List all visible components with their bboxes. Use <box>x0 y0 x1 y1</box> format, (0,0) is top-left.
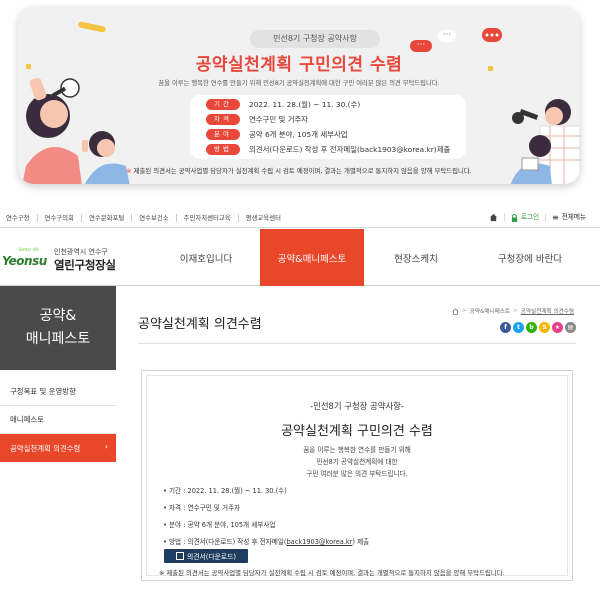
blog-icon[interactable]: b <box>526 322 537 333</box>
desc-line: 민선8기 공약실천계획에 대한 <box>316 458 398 466</box>
sidebar-item-label: 공약실천계획 의견수렴 <box>10 443 81 453</box>
banner-card: ··· ··· 민선8기 구청장 공약사항 공약실천계획 구민의견 수렴 꿈을 … <box>18 6 580 184</box>
logo-mark-text: Yeonsu <box>2 254 47 268</box>
detail-field: • 분야 : 공약 6개 분야, 105개 세부사업 <box>163 521 276 529</box>
sidebar-item-goals[interactable]: 구정목표 및 운영방향 <box>0 378 116 406</box>
notice-description: 꿈을 이루는 행복한 연수를 만들기 위해 민선8기 공약실천계획에 대한 구민… <box>147 444 567 480</box>
util-link[interactable]: 연수문화포털 <box>82 214 133 222</box>
banner-info-box: 기간 2022. 11. 28.(월) ~ 11. 30.(수) 자격 연수구민… <box>190 95 466 159</box>
home-link[interactable] <box>483 213 504 222</box>
note-star: ※ <box>126 167 132 175</box>
login-label: 로그인 <box>520 213 540 221</box>
nav-item-field-sketch[interactable]: 현장스케치 <box>364 229 468 286</box>
util-link[interactable]: 연수보건소 <box>132 214 177 222</box>
sidebar-item-opinion[interactable]: 공약실천계획 의견수렴 › <box>0 434 116 462</box>
utility-bar: 연수구청 연수구의회 연수문화포털 연수보건소 주민자치센터교육 평생교육센터 … <box>0 210 600 228</box>
notice-details: • 기간 : 2022. 11. 28.(월) ~ 11. 30.(수) • 자… <box>163 486 369 554</box>
notice-title: 공약실천계획 구민의견 수렴 <box>281 424 433 439</box>
info-text: 연수구민 및 거주자 <box>249 115 309 124</box>
logo-title: 열린구청장실 <box>54 258 116 272</box>
sidebar-header: 공약& 매니페스토 <box>0 286 116 370</box>
all-menu-link[interactable]: ≡ 전체메뉴 <box>545 213 592 222</box>
logo-subtitle: 인천광역시 연수구 <box>54 248 108 256</box>
banner-title: 공약실천계획 구민의견 수렴 <box>195 55 403 75</box>
banner-info-row: 기간 2022. 11. 28.(월) ~ 11. 30.(수) <box>206 98 360 111</box>
utility-right: 로그인 ≡ 전체메뉴 <box>483 213 592 222</box>
download-form-button[interactable]: 의견서(다운로드) <box>164 549 248 563</box>
notice-note: ※ 제출된 의견서는 공약사업별 담당자가 실천계획 수립 시 검토 예정이며,… <box>159 569 505 577</box>
family-site-links: 연수구청 연수구의회 연수문화포털 연수보건소 주민자치센터교육 평생교육센터 <box>6 214 288 222</box>
method-suffix: ) 제출 <box>352 538 370 546</box>
info-tag: 기간 <box>206 99 240 110</box>
breadcrumb-item[interactable]: 공약&매니페스토 <box>470 307 510 315</box>
site-logo[interactable]: Better life Yeonsu 인천광역시 연수구 열린구청장실 <box>2 247 116 273</box>
info-tag: 방법 <box>206 144 240 155</box>
logo-mark-small: Better life <box>19 247 39 252</box>
page-title: 공약실천계획 의견수렴 <box>138 317 262 332</box>
download-icon <box>175 552 184 560</box>
sidebar-item-manifesto[interactable]: 매니페스토 <box>0 406 116 434</box>
desc-line: 구민 여러분 많은 의견 부탁드립니다. <box>306 470 408 478</box>
login-link[interactable]: 로그인 <box>503 213 545 222</box>
breadcrumb: > 공약&매니페스토 > 공약실천계획 의견수렴 <box>452 307 574 315</box>
banner-image: ··· ··· 민선8기 구청장 공약사항 공약실천계획 구민의견 수렴 꿈을 … <box>0 0 600 200</box>
desc-line: 꿈을 이루는 행복한 연수를 만들기 위해 <box>303 446 411 454</box>
breadcrumb-separator: > <box>461 308 467 314</box>
breadcrumb-current[interactable]: 공약실천계획 의견수렴 <box>521 307 574 315</box>
sidebar-title-line1: 공약& <box>39 308 77 324</box>
sidebar-item-label: 구정목표 및 운영방향 <box>10 387 76 396</box>
method-prefix: • 방법 : 의견서(다운로드) 작성 후 전자메일( <box>163 538 287 546</box>
banner-info-row: 방법 의견서(다운로드) 작성 후 전자메일(back1903@korea.kr… <box>206 143 450 156</box>
sidebar-menu: 구정목표 및 운영방향 매니페스토 공약실천계획 의견수렴 › <box>0 370 116 462</box>
info-tag: 자격 <box>206 114 240 125</box>
banner-info-row: 분야 공약 6개 분야, 105개 세부사업 <box>206 128 348 141</box>
speech-bubble: ··· <box>438 30 456 42</box>
all-menu-label: 전체메뉴 <box>561 213 586 221</box>
sidebar-title-line2: 매니페스토 <box>25 331 91 347</box>
share-buttons: f t b S ★ ▤ <box>498 322 576 333</box>
util-link[interactable]: 연수구청 <box>6 214 38 222</box>
banner-note-text: 제출된 의견서는 공약사업별 담당자가 실천계획 수립 시 검토 예정이며, 결… <box>133 167 472 175</box>
title-divider <box>138 343 576 344</box>
banner-note: ※ 제출된 의견서는 공약사업별 담당자가 실천계획 수립 시 검토 예정이며,… <box>18 166 580 175</box>
kakaostory-icon[interactable]: S <box>539 322 550 333</box>
util-link[interactable]: 평생교육센터 <box>239 214 288 222</box>
nav-item-suggestions[interactable]: 구청장에 바란다 <box>468 229 592 286</box>
logo-text: 인천광역시 연수구 열린구청장실 <box>54 247 116 273</box>
notice-inner: -민선8기 구청장 공약사항- 공약실천계획 구민의견 수렴 꿈을 이루는 행복… <box>146 375 568 577</box>
banner-info-row: 자격 연수구민 및 거주자 <box>206 113 308 126</box>
detail-period: • 기간 : 2022. 11. 28.(월) ~ 11. 30.(수) <box>163 487 287 495</box>
notice-subtitle: -민선8기 구청장 공약사항- <box>310 401 404 411</box>
bookmark-icon[interactable]: ★ <box>552 322 563 333</box>
home-icon <box>489 213 497 222</box>
util-link[interactable]: 연수구의회 <box>38 214 82 222</box>
info-text: 공약 6개 분야, 105개 세부사업 <box>249 130 348 139</box>
sidebar-item-label: 매니페스토 <box>10 415 44 424</box>
info-text: 의견서(다운로드) 작성 후 전자메일(back1903@korea.kr)제출 <box>249 145 451 154</box>
lock-icon <box>511 213 517 222</box>
banner-description: 꿈을 이루는 행복한 연수를 만들기 위해 민선8기 공약실천계획에 대한 구민… <box>158 80 440 87</box>
info-tag: 분야 <box>206 129 240 140</box>
download-label: 의견서(다운로드) <box>186 553 237 561</box>
info-text: 2022. 11. 28.(월) ~ 11. 30.(수) <box>249 100 361 109</box>
nav-item-manifesto[interactable]: 공약&매니페스토 <box>260 229 364 286</box>
yeonsu-logo-icon: Better life Yeonsu <box>2 247 48 271</box>
banner-illustration-left <box>22 21 130 184</box>
nav-item-about[interactable]: 이재호입니다 <box>152 229 260 286</box>
detail-eligibility: • 자격 : 연수구민 및 거주자 <box>163 504 241 512</box>
menu-icon: ≡ <box>552 213 559 222</box>
print-icon[interactable]: ▤ <box>565 322 576 333</box>
email-link[interactable]: back1903@korea.kr <box>286 538 352 546</box>
facebook-icon[interactable]: f <box>500 322 511 333</box>
site-header: Better life Yeonsu 인천광역시 연수구 열린구청장실 이재호입… <box>0 229 600 286</box>
twitter-icon[interactable]: t <box>513 322 524 333</box>
util-link[interactable]: 주민자치센터교육 <box>177 214 239 222</box>
banner-pill: 민선8기 구청장 공약사항 <box>250 30 380 48</box>
chevron-right-icon: › <box>104 442 108 451</box>
breadcrumb-separator: > <box>513 308 518 314</box>
notice-box: -민선8기 구청장 공약사항- 공약실천계획 구민의견 수렴 꿈을 이루는 행복… <box>141 370 573 581</box>
home-icon[interactable] <box>452 307 459 315</box>
